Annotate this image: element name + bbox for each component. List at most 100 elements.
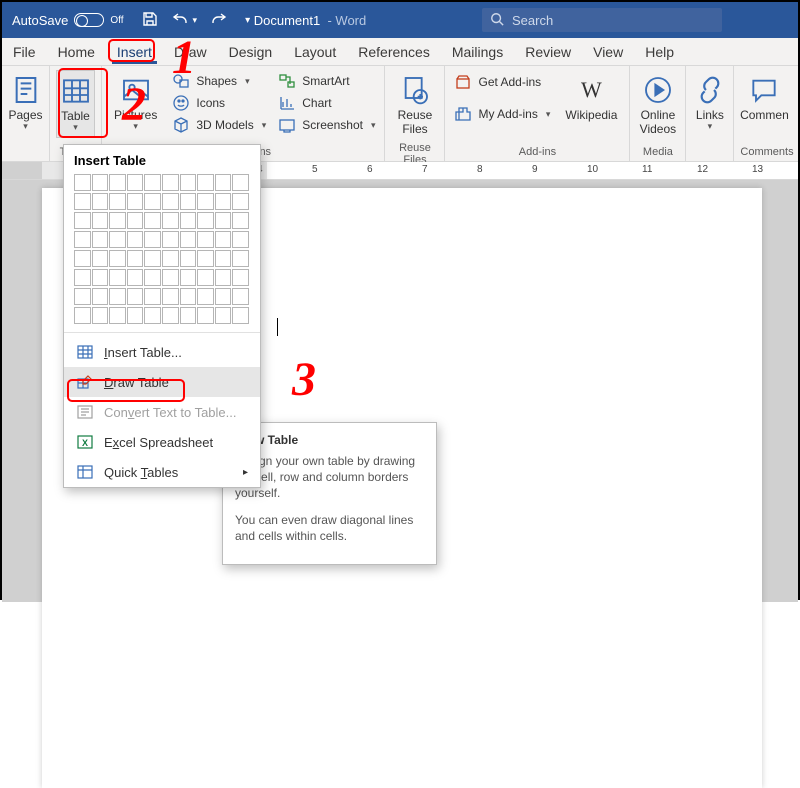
grid-cell[interactable] [197, 174, 214, 191]
grid-cell[interactable] [127, 269, 144, 286]
grid-cell[interactable] [162, 231, 179, 248]
tab-mailings[interactable]: Mailings [441, 40, 514, 65]
grid-cell[interactable] [92, 174, 109, 191]
screenshot-button[interactable]: Screenshot▾ [275, 114, 378, 136]
grid-cell[interactable] [232, 174, 249, 191]
search-input[interactable]: Search [482, 8, 722, 32]
online-videos-button[interactable]: Online Videos [636, 70, 679, 140]
grid-cell[interactable] [197, 288, 214, 305]
grid-cell[interactable] [215, 212, 232, 229]
grid-cell[interactable] [144, 307, 161, 324]
grid-cell[interactable] [109, 193, 126, 210]
grid-cell[interactable] [109, 174, 126, 191]
grid-cell[interactable] [232, 212, 249, 229]
grid-cell[interactable] [74, 212, 91, 229]
grid-cell[interactable] [74, 193, 91, 210]
grid-cell[interactable] [127, 250, 144, 267]
get-addins-button[interactable]: Get Add-ins [451, 71, 553, 93]
grid-cell[interactable] [232, 231, 249, 248]
grid-cell[interactable] [180, 288, 197, 305]
grid-cell[interactable] [92, 307, 109, 324]
autosave-toggle[interactable]: AutoSave Off [2, 13, 134, 28]
grid-cell[interactable] [232, 288, 249, 305]
grid-cell[interactable] [74, 307, 91, 324]
menuitem-excel[interactable]: XExcel Spreadsheet [64, 427, 260, 457]
grid-cell[interactable] [92, 212, 109, 229]
chevron-down-icon[interactable]: ▾ [193, 15, 198, 26]
grid-cell[interactable] [180, 174, 197, 191]
grid-cell[interactable] [215, 193, 232, 210]
my-addins-button[interactable]: My Add-ins▾ [451, 103, 553, 125]
grid-cell[interactable] [109, 269, 126, 286]
tab-draw[interactable]: Draw [163, 40, 218, 65]
grid-cell[interactable] [109, 250, 126, 267]
grid-cell[interactable] [162, 212, 179, 229]
menuitem-pencil-table[interactable]: Draw Table [64, 367, 260, 397]
grid-cell[interactable] [162, 250, 179, 267]
grid-cell[interactable] [180, 212, 197, 229]
wikipedia-button[interactable]: W Wikipedia [559, 70, 623, 126]
grid-cell[interactable] [215, 269, 232, 286]
grid-cell[interactable] [197, 231, 214, 248]
grid-cell[interactable] [197, 307, 214, 324]
undo-icon[interactable] [172, 11, 188, 30]
grid-cell[interactable] [127, 174, 144, 191]
tab-home[interactable]: Home [47, 40, 106, 65]
chart-button[interactable]: Chart [275, 92, 378, 114]
grid-cell[interactable] [109, 307, 126, 324]
grid-cell[interactable] [92, 250, 109, 267]
redo-icon[interactable] [211, 11, 227, 30]
grid-cell[interactable] [162, 288, 179, 305]
tab-layout[interactable]: Layout [283, 40, 347, 65]
grid-cell[interactable] [162, 307, 179, 324]
icons-button[interactable]: Icons [169, 92, 269, 114]
grid-cell[interactable] [232, 250, 249, 267]
links-button[interactable]: Links ▾ [692, 70, 727, 136]
grid-cell[interactable] [74, 231, 91, 248]
grid-cell[interactable] [92, 269, 109, 286]
grid-cell[interactable] [180, 269, 197, 286]
grid-cell[interactable] [92, 231, 109, 248]
menuitem-quick-tables[interactable]: Quick Tables▸ [64, 457, 260, 487]
grid-cell[interactable] [215, 288, 232, 305]
grid-cell[interactable] [144, 288, 161, 305]
grid-cell[interactable] [109, 288, 126, 305]
grid-cell[interactable] [232, 269, 249, 286]
grid-cell[interactable] [180, 307, 197, 324]
grid-cell[interactable] [127, 193, 144, 210]
grid-cell[interactable] [127, 212, 144, 229]
grid-cell[interactable] [180, 250, 197, 267]
grid-cell[interactable] [109, 212, 126, 229]
grid-cell[interactable] [92, 288, 109, 305]
comment-button[interactable]: Commen [740, 70, 788, 126]
table-button[interactable]: Table ▾ [56, 70, 95, 138]
grid-cell[interactable] [144, 212, 161, 229]
grid-cell[interactable] [127, 231, 144, 248]
grid-cell[interactable] [144, 231, 161, 248]
grid-cell[interactable] [197, 269, 214, 286]
grid-cell[interactable] [127, 288, 144, 305]
shapes-button[interactable]: Shapes▾ [169, 70, 269, 92]
grid-cell[interactable] [109, 231, 126, 248]
grid-cell[interactable] [180, 193, 197, 210]
tab-file[interactable]: File [2, 40, 47, 65]
chevron-down-icon[interactable]: ▾ [245, 15, 250, 26]
tab-references[interactable]: References [347, 40, 441, 65]
save-icon[interactable] [142, 11, 158, 30]
grid-cell[interactable] [215, 174, 232, 191]
insert-table-grid[interactable] [74, 174, 250, 326]
grid-cell[interactable] [144, 193, 161, 210]
grid-cell[interactable] [74, 269, 91, 286]
grid-cell[interactable] [144, 250, 161, 267]
smartart-button[interactable]: SmartArt [275, 70, 378, 92]
reuse-files-button[interactable]: Reuse Files [391, 70, 438, 140]
grid-cell[interactable] [74, 288, 91, 305]
grid-cell[interactable] [180, 231, 197, 248]
grid-cell[interactable] [215, 250, 232, 267]
tab-help[interactable]: Help [634, 40, 685, 65]
pages-button[interactable]: Pages ▾ [8, 70, 43, 136]
grid-cell[interactable] [144, 174, 161, 191]
grid-cell[interactable] [197, 193, 214, 210]
menuitem-table[interactable]: Insert Table... [64, 337, 260, 367]
grid-cell[interactable] [74, 250, 91, 267]
